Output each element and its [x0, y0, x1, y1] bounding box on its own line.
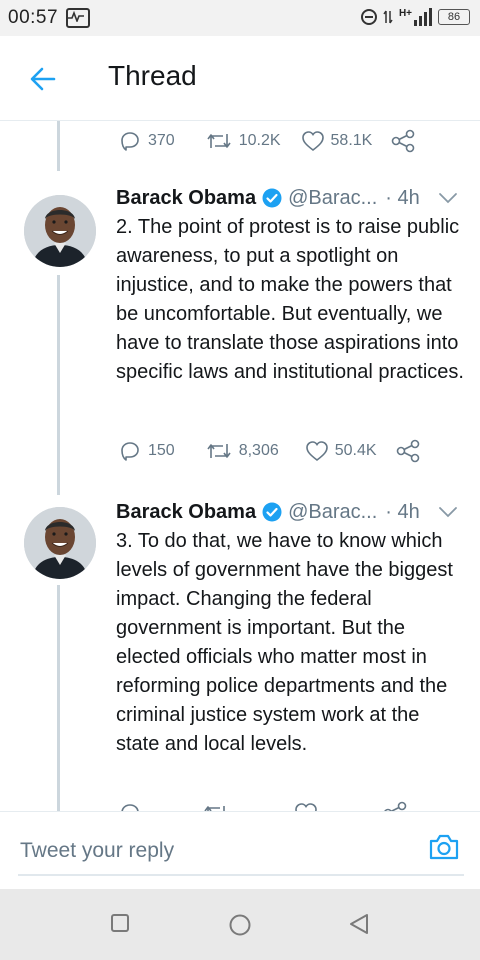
chevron-down-icon[interactable]: [438, 505, 458, 519]
battery-level: 86: [438, 9, 470, 25]
nav-recents-icon: [111, 914, 129, 932]
back-button[interactable]: [28, 64, 58, 94]
tweet-text: 3. To do that, we have to know which lev…: [116, 530, 453, 755]
thread-content[interactable]: 370 10.2K 58.1K Barack Obama @Barac... ·…: [0, 121, 480, 811]
retweet-icon: [204, 806, 225, 811]
reply-count: 370: [148, 132, 175, 149]
share-button[interactable]: [382, 801, 408, 811]
tweet-time[interactable]: · 4h: [385, 501, 419, 524]
retweet-count: 8,306: [238, 442, 279, 459]
status-time: 00:57: [8, 7, 59, 28]
tweet-item[interactable]: Barack Obama @Barac... · 4h 2. The point…: [0, 183, 480, 495]
data-arrows-icon: [383, 10, 393, 24]
back-arrow-icon: [30, 67, 56, 91]
like-count: 58.1K: [330, 132, 373, 149]
reply-count: 150: [148, 442, 175, 459]
retweet-button[interactable]: 10.2K: [205, 130, 281, 152]
verified-icon: [262, 502, 282, 522]
reply-button[interactable]: 370: [118, 129, 175, 153]
like-count: 50.4K: [334, 442, 377, 459]
like-icon: [305, 441, 328, 462]
share-icon: [396, 439, 419, 463]
retweet-button[interactable]: 8,306: [205, 440, 279, 462]
like-button[interactable]: [294, 802, 318, 811]
avatar[interactable]: [24, 195, 96, 267]
share-icon: [384, 801, 407, 811]
system-back-button[interactable]: [348, 913, 370, 940]
tweet-actions: 370 10.2K 58.1K: [118, 129, 416, 153]
nav-back-icon: [350, 914, 368, 934]
share-icon: [392, 129, 415, 153]
thread-line: [57, 121, 60, 171]
like-icon: [301, 131, 324, 152]
share-button[interactable]: [395, 439, 421, 463]
retweet-button[interactable]: [202, 802, 230, 811]
reply-bar: [0, 811, 480, 890]
dnd-icon: [360, 9, 377, 25]
home-button[interactable]: [228, 913, 252, 942]
signal-icon: [414, 8, 432, 26]
reply-button[interactable]: 150: [118, 439, 175, 463]
reply-input[interactable]: [18, 828, 464, 876]
author-handle[interactable]: @Barac...: [288, 187, 377, 210]
reply-icon: [121, 804, 139, 811]
retweet-count: 10.2K: [238, 132, 281, 149]
camera-button[interactable]: [428, 832, 460, 867]
thread-header: Thread: [0, 36, 480, 121]
retweet-icon: [207, 134, 231, 148]
tweet-time[interactable]: · 4h: [385, 187, 419, 210]
camera-icon: [429, 834, 459, 860]
page-title: Thread: [108, 60, 197, 91]
nav-home-icon: [229, 914, 251, 936]
thread-line: [57, 585, 60, 811]
reply-icon: [121, 442, 139, 461]
author-name[interactable]: Barack Obama: [116, 501, 256, 524]
tweet-text: 2. The point of protest is to raise publ…: [116, 216, 464, 383]
navigation-bar: [0, 889, 480, 960]
like-icon: [295, 803, 317, 811]
thread-line: [57, 275, 60, 495]
avatar[interactable]: [24, 507, 96, 579]
tweet-actions: [118, 801, 408, 811]
retweet-icon: [207, 444, 231, 458]
activity-icon: [66, 8, 91, 28]
author-handle[interactable]: @Barac...: [288, 501, 377, 524]
tweet-header: Barack Obama @Barac... · 4h: [116, 183, 464, 213]
like-button[interactable]: 50.4K: [305, 440, 377, 462]
tweet-item[interactable]: Barack Obama @Barac... · 4h 3. To do tha…: [0, 497, 480, 811]
like-button[interactable]: 58.1K: [301, 130, 373, 152]
reply-button[interactable]: [118, 801, 142, 811]
verified-icon: [262, 188, 282, 208]
network-type: H+: [398, 7, 412, 19]
chevron-down-icon[interactable]: [438, 191, 458, 205]
tweet-header: Barack Obama @Barac... · 4h: [116, 497, 464, 527]
status-bar: 00:57 H+ 86: [0, 0, 480, 36]
share-button[interactable]: [390, 129, 416, 153]
recents-button[interactable]: [110, 913, 130, 938]
author-name[interactable]: Barack Obama: [116, 187, 256, 210]
reply-icon: [121, 132, 139, 151]
tweet-actions: 150 8,306 50.4K: [118, 439, 421, 463]
